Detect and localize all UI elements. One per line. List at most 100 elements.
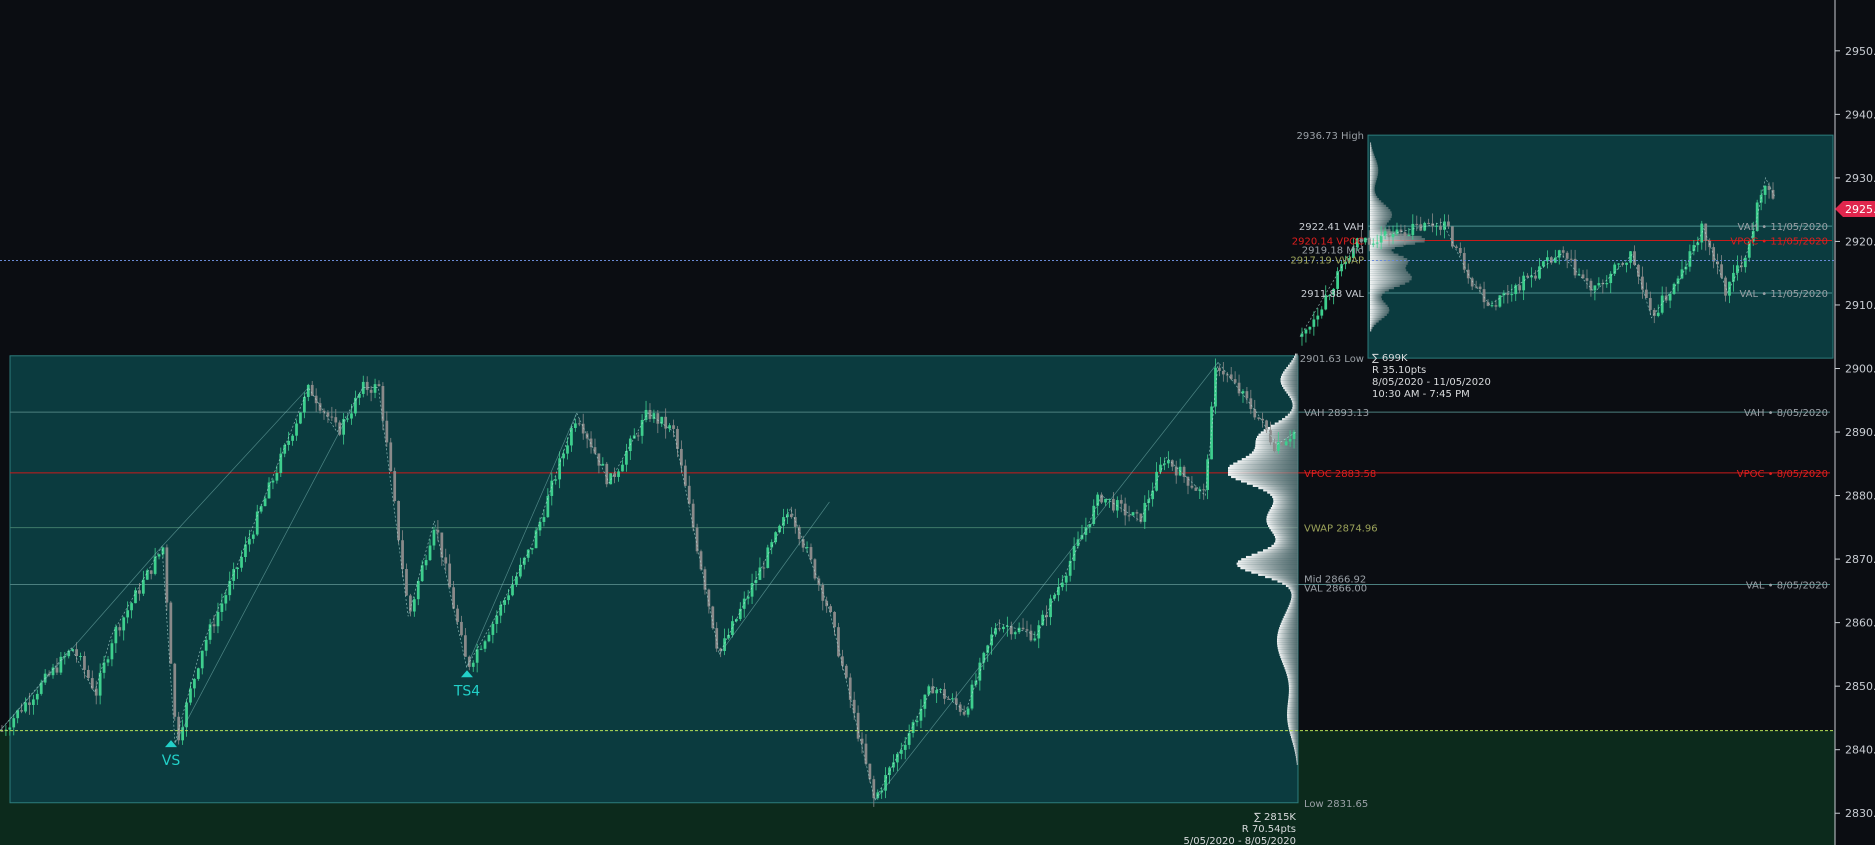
hist-bar	[1288, 724, 1298, 728]
candle-body	[1478, 286, 1482, 290]
hist-bar	[1268, 524, 1298, 528]
candle-body	[573, 423, 577, 428]
candle-body	[1447, 221, 1450, 227]
p2-stat-dates: 8/05/2020 - 11/05/2020	[1372, 377, 1491, 388]
candle-body	[267, 482, 271, 499]
hist-bar	[1288, 687, 1298, 690]
hist-bar	[1288, 364, 1298, 367]
hist-bar	[1282, 418, 1298, 421]
hist-bar	[1279, 624, 1298, 628]
candle-body	[330, 416, 334, 418]
hist-bar	[1288, 696, 1298, 699]
hist-bar	[1291, 738, 1298, 741]
candle-body	[350, 413, 353, 419]
candle-body	[397, 500, 400, 541]
candle-body	[204, 639, 208, 651]
hist-bar	[1254, 446, 1298, 450]
hist-bar	[1251, 571, 1298, 574]
hist-bar	[1370, 309, 1390, 312]
hist-bar	[1370, 184, 1376, 187]
hist-bar	[1246, 482, 1298, 485]
hist-bar	[1287, 718, 1298, 721]
candle-body	[86, 669, 90, 679]
candle-body	[428, 545, 432, 561]
hist-bar	[1271, 544, 1298, 548]
hist-bar	[1370, 211, 1392, 214]
candle-body	[1135, 512, 1139, 514]
candle-body	[134, 590, 137, 604]
candle-body	[475, 649, 479, 663]
axis-tick-label: 2920.0	[1845, 235, 1875, 248]
candle-body	[1112, 498, 1115, 511]
hist-bar	[1280, 375, 1298, 379]
candle-body	[1585, 278, 1589, 281]
candle-body	[1060, 582, 1064, 588]
candle-body	[852, 699, 856, 713]
candle-body	[1458, 248, 1462, 254]
candle-body	[515, 576, 518, 585]
hist-bar	[1277, 642, 1298, 645]
candle-body	[1371, 243, 1375, 245]
candle-body	[1119, 500, 1123, 504]
hist-bar	[1235, 478, 1298, 481]
candle-body	[789, 514, 793, 518]
candle-body	[377, 384, 381, 387]
candle-body	[1186, 476, 1190, 486]
candle-body	[1522, 275, 1526, 291]
candle-body	[1411, 223, 1415, 236]
candle-body	[1724, 277, 1727, 296]
candle-body	[334, 417, 338, 423]
candle-body	[1013, 632, 1017, 635]
p1-stat-range: R 70.54pts	[1242, 824, 1296, 835]
candle-body	[420, 565, 424, 582]
hist-bar	[1287, 711, 1298, 714]
hist-bar	[1251, 451, 1298, 454]
candle-body	[1280, 442, 1284, 446]
hist-bar	[1287, 709, 1298, 712]
hist-bar	[1289, 602, 1298, 605]
candle-body	[1569, 258, 1573, 260]
candle-body	[452, 587, 455, 609]
hist-bar	[1370, 262, 1408, 265]
hist-bar	[1370, 271, 1409, 274]
candle-body	[1249, 398, 1253, 410]
hist-bar	[1370, 209, 1391, 212]
candle-body	[672, 425, 675, 429]
hist-bar	[1370, 275, 1412, 279]
candle-body	[703, 569, 707, 590]
candle-body	[1261, 418, 1264, 421]
hist-bar	[1291, 591, 1298, 594]
candle-body	[601, 463, 605, 466]
candle-body	[365, 381, 369, 390]
p2-high-label: 2936.73 High	[1296, 131, 1364, 142]
price-chart[interactable]: VS TS4 VAH 2893.13 VPOC 2883.58 VWAP 287…	[0, 0, 1875, 845]
candle-body	[440, 532, 444, 558]
hist-bar	[1272, 502, 1298, 505]
hist-bar	[1370, 195, 1378, 199]
candle-body	[1194, 487, 1198, 491]
candle-body	[389, 442, 393, 472]
candle-body	[1391, 233, 1395, 238]
candle-body	[939, 689, 942, 691]
candle-body	[1644, 289, 1648, 299]
hist-bar	[1270, 424, 1298, 427]
candle-body	[299, 412, 302, 424]
candle-body	[542, 517, 546, 522]
candle-body	[1648, 298, 1652, 310]
candle-body	[1767, 185, 1771, 190]
hist-bar	[1236, 562, 1298, 565]
hist-bar	[1280, 378, 1298, 381]
hist-bar	[1277, 635, 1298, 639]
candle-body	[896, 753, 899, 763]
hist-bar	[1370, 189, 1375, 192]
hist-bar	[1370, 224, 1386, 227]
hist-bar	[1286, 671, 1298, 674]
hist-bar	[1258, 486, 1298, 490]
candle-body	[385, 420, 389, 443]
hist-bar	[1281, 373, 1298, 376]
hist-bar	[1370, 311, 1389, 314]
axis-tick-label: 2910.0	[1845, 299, 1875, 312]
candle-body	[554, 479, 558, 481]
p1-vpoc-label: VPOC 2883.58	[1304, 469, 1376, 480]
candle-body	[1033, 638, 1037, 641]
